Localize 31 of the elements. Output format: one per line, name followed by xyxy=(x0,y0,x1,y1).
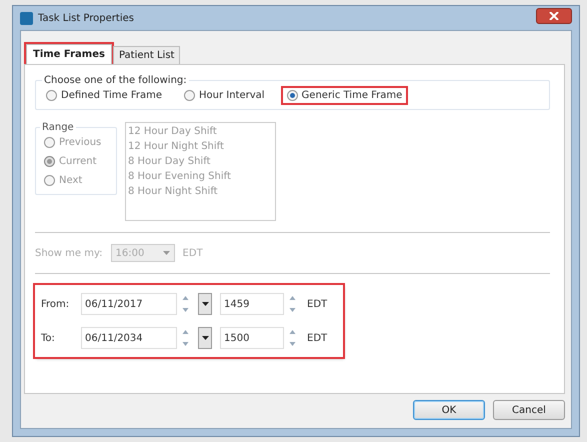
caret-icon xyxy=(202,302,208,306)
radio-label: Previous xyxy=(59,137,102,148)
date-field[interactable]: 06/11/2034 xyxy=(81,327,177,349)
window-title: Task List Properties xyxy=(38,12,135,24)
timezone-label: EDT xyxy=(182,248,203,258)
tab[interactable]: Patient List xyxy=(112,46,180,64)
radio-option[interactable]: Generic Time Frame xyxy=(282,88,406,103)
time-field[interactable]: 1459 xyxy=(220,293,284,315)
radio-label: Next xyxy=(59,175,82,186)
date-field[interactable]: 06/11/2017 xyxy=(81,293,177,315)
tab[interactable]: Time Frames xyxy=(26,44,112,64)
calendar-dropdown-button[interactable] xyxy=(198,293,212,315)
close-button[interactable] xyxy=(536,8,572,24)
radio-option[interactable]: Defined Time Frame xyxy=(42,88,166,103)
radio-label: Current xyxy=(59,156,97,167)
calendar-dropdown-button[interactable] xyxy=(198,327,212,349)
timezone-label: EDT xyxy=(307,298,328,310)
group-legend: Range xyxy=(40,122,76,133)
close-icon xyxy=(549,12,559,20)
cancel-button[interactable]: Cancel xyxy=(493,400,565,420)
caret-icon xyxy=(162,251,170,255)
caret-icon xyxy=(202,336,208,340)
ok-button[interactable]: OK xyxy=(413,400,485,420)
timezone-label: EDT xyxy=(307,332,328,344)
radio-option[interactable]: Hour Interval xyxy=(180,88,269,103)
time-field[interactable]: 1500 xyxy=(220,327,284,349)
field-label: From: xyxy=(41,298,70,310)
app-logo-icon xyxy=(20,12,33,24)
field-label: To: xyxy=(41,332,56,344)
group-legend: Choose one of the following: xyxy=(42,75,189,86)
field-label: Show me my: xyxy=(35,248,103,258)
